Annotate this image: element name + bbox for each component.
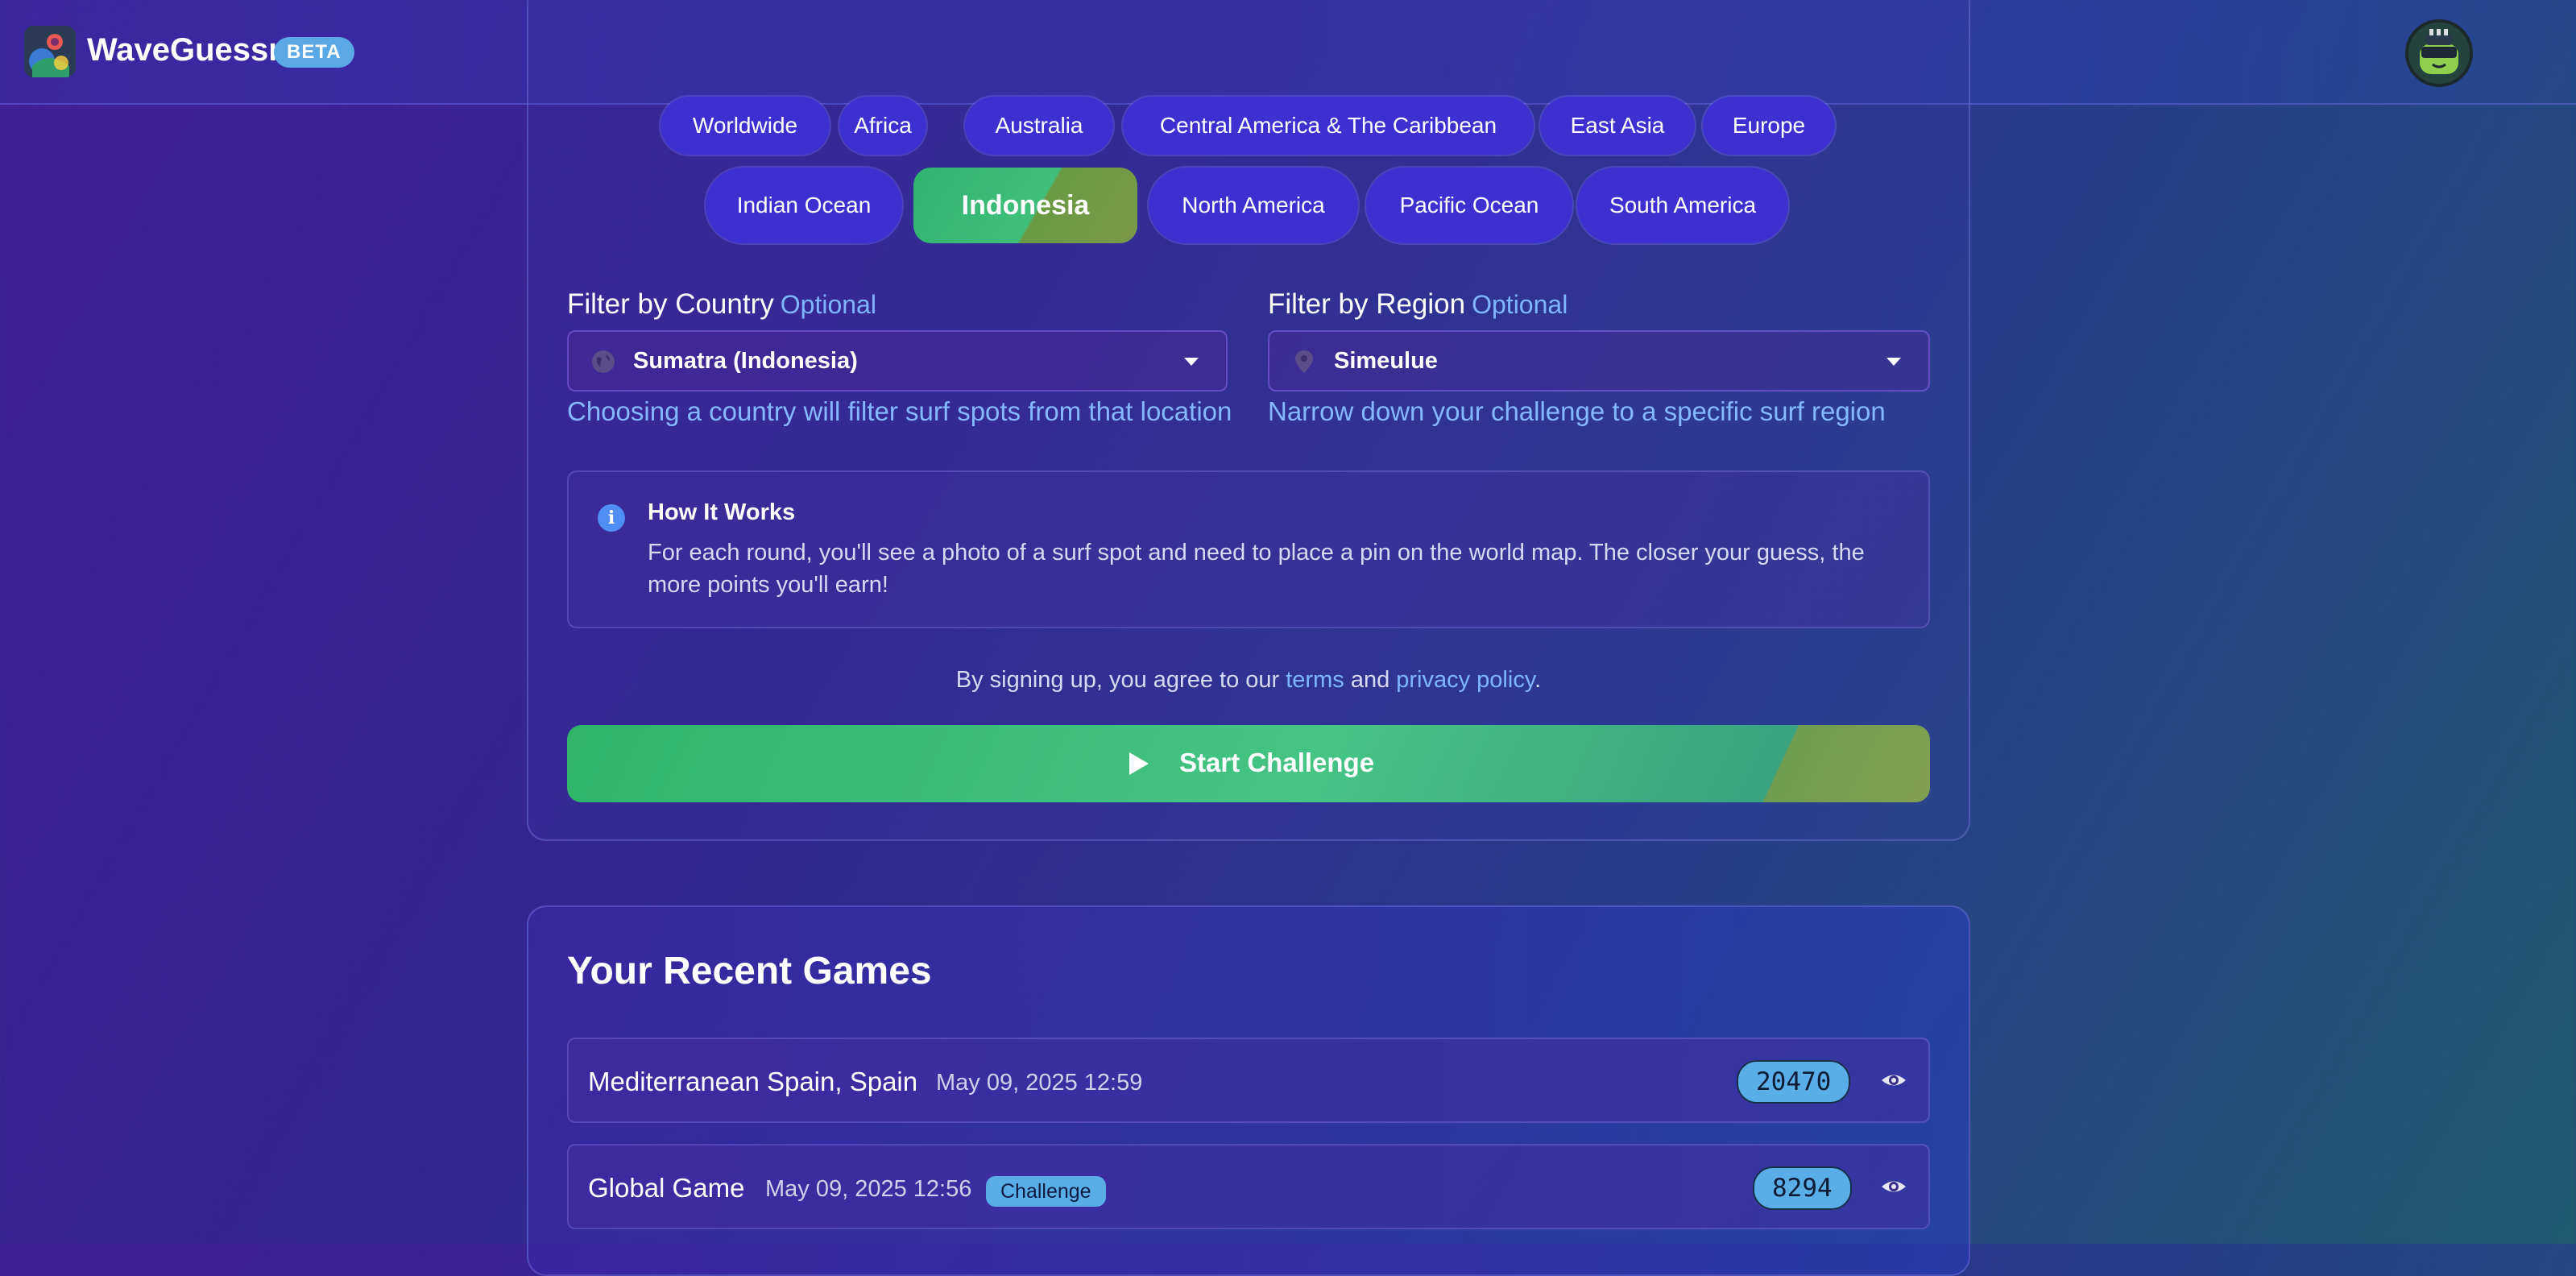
- game-name: Global Game: [588, 1173, 745, 1203]
- region-pill-pacific-ocean[interactable]: Pacific Ocean: [1366, 168, 1572, 243]
- game-date: May 09, 2025 12:56: [765, 1176, 972, 1202]
- region-pill-indian-ocean[interactable]: Indian Ocean: [706, 168, 902, 243]
- challenge-badge: Challenge: [986, 1176, 1106, 1207]
- region-pill-north-america[interactable]: North America: [1149, 168, 1358, 243]
- privacy-policy-link[interactable]: privacy policy: [1396, 667, 1534, 693]
- optional-tag: Optional: [780, 290, 876, 319]
- beta-badge: BETA: [274, 37, 354, 68]
- map-pin-icon: [1295, 350, 1313, 373]
- signup-prefix: By signing up, you agree to our: [955, 667, 1280, 693]
- game-name: Mediterranean Spain, Spain: [588, 1067, 918, 1096]
- optional-tag: Optional: [1472, 290, 1568, 319]
- signup-notice: By signing up, you agree to our terms an…: [527, 667, 1970, 694]
- region-hint: Narrow down your challenge to a specific…: [1268, 396, 1886, 426]
- chevron-down-icon: [1184, 358, 1199, 366]
- recent-game-row[interactable]: Mediterranean Spain, Spain May 09, 2025 …: [567, 1038, 1930, 1123]
- how-it-works-title: How It Works: [648, 499, 796, 525]
- how-it-works-text: For each round, you'll see a photo of a …: [648, 540, 1865, 598]
- user-avatar[interactable]: [2405, 19, 2473, 87]
- region-select[interactable]: Simeulue: [1268, 330, 1930, 392]
- info-icon: i: [598, 504, 625, 532]
- game-date: May 09, 2025 12:59: [936, 1070, 1143, 1096]
- region-pill-south-america[interactable]: South America: [1577, 168, 1788, 243]
- how-it-works-box: i How It Works For each round, you'll se…: [567, 470, 1930, 628]
- region-pill-central-america-the-caribbean[interactable]: Central America & The Caribbean: [1123, 97, 1534, 155]
- region-pill-australia[interactable]: Australia: [965, 97, 1113, 155]
- eye-icon[interactable]: [1880, 1173, 1907, 1200]
- start-challenge-label: Start Challenge: [1179, 748, 1375, 777]
- country-select[interactable]: Sumatra (Indonesia): [567, 330, 1228, 392]
- chevron-down-icon: [1886, 358, 1901, 366]
- region-pill-europe[interactable]: Europe: [1703, 97, 1835, 155]
- country-select-value: Sumatra (Indonesia): [633, 348, 858, 374]
- recent-game-row[interactable]: Global Game May 09, 2025 12:56 Challenge…: [567, 1144, 1930, 1229]
- country-hint: Choosing a country will filter surf spot…: [567, 396, 1232, 426]
- region-pill-east-asia[interactable]: East Asia: [1540, 97, 1695, 155]
- region-pill-indonesia[interactable]: Indonesia: [913, 168, 1137, 243]
- eye-icon[interactable]: [1880, 1067, 1907, 1094]
- game-score: 20470: [1737, 1060, 1851, 1104]
- logo-icon[interactable]: [24, 26, 76, 77]
- app-title[interactable]: WaveGuessr: [87, 32, 281, 68]
- region-filter-label: Filter by Region Optional: [1268, 288, 1568, 321]
- signup-and: and: [1350, 667, 1390, 693]
- region-select-value: Simeulue: [1334, 348, 1438, 374]
- game-score: 8294: [1753, 1166, 1852, 1210]
- terms-link[interactable]: terms: [1286, 667, 1344, 693]
- country-filter-title: Filter by Country: [567, 288, 774, 320]
- country-filter-label: Filter by Country Optional: [567, 288, 876, 321]
- signup-suffix: .: [1534, 667, 1542, 693]
- start-challenge-button[interactable]: Start Challenge: [567, 725, 1930, 802]
- recent-games-title: Your Recent Games: [567, 950, 932, 992]
- region-pill-africa[interactable]: Africa: [839, 97, 926, 155]
- play-icon: [1129, 752, 1149, 775]
- region-filter-title: Filter by Region: [1268, 288, 1466, 320]
- region-pill-worldwide[interactable]: Worldwide: [661, 97, 830, 155]
- globe-icon: [592, 350, 615, 373]
